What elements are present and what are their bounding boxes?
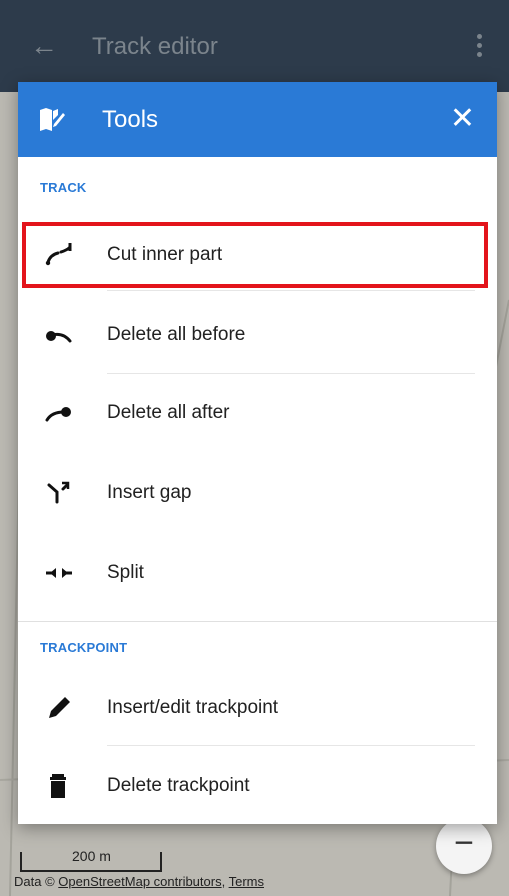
divider: [107, 373, 475, 374]
delete-before-icon: [44, 322, 74, 348]
tools-dialog: Tools ✕ TRACK Cut inner part Delete all …: [18, 82, 497, 824]
close-icon[interactable]: ✕: [450, 102, 475, 136]
menu-item-label: Insert gap: [107, 482, 192, 503]
pencil-icon: [44, 695, 74, 721]
zoom-out-button[interactable]: −: [436, 818, 492, 874]
section-track-label: TRACK: [40, 180, 87, 195]
trash-icon: [44, 773, 74, 799]
map-edit-icon: [38, 107, 66, 138]
terms-link[interactable]: Terms: [229, 874, 264, 889]
scale-label: 200 m: [72, 848, 111, 864]
menu-item-insert-gap[interactable]: Insert gap: [18, 458, 497, 528]
menu-item-label: Delete trackpoint: [107, 775, 250, 796]
menu-item-delete-trackpoint[interactable]: Delete trackpoint: [18, 751, 497, 821]
split-icon: [44, 560, 74, 586]
highlight-box: [22, 222, 488, 288]
menu-item-split[interactable]: Split: [18, 538, 497, 608]
dialog-header: Tools ✕: [18, 82, 497, 157]
menu-item-insert-edit-trackpoint[interactable]: Insert/edit trackpoint: [18, 673, 497, 743]
dialog-title: Tools: [102, 106, 159, 133]
divider: [107, 290, 475, 291]
menu-item-label: Delete all before: [107, 324, 246, 345]
menu-item-delete-all-before[interactable]: Delete all before: [18, 300, 497, 370]
menu-item-delete-all-after[interactable]: Delete all after: [18, 378, 497, 448]
delete-after-icon: [44, 400, 74, 426]
insert-gap-icon: [44, 480, 74, 506]
map-attribution: Data © OpenStreetMap contributors, Terms: [14, 874, 264, 889]
menu-item-label: Delete all after: [107, 402, 230, 423]
section-trackpoint-label: TRACKPOINT: [40, 640, 128, 655]
menu-item-label: Insert/edit trackpoint: [107, 697, 279, 718]
osm-contributors-link[interactable]: OpenStreetMap contributors: [58, 874, 221, 889]
divider: [107, 745, 475, 746]
menu-item-label: Split: [107, 562, 144, 583]
section-divider: [18, 621, 497, 622]
